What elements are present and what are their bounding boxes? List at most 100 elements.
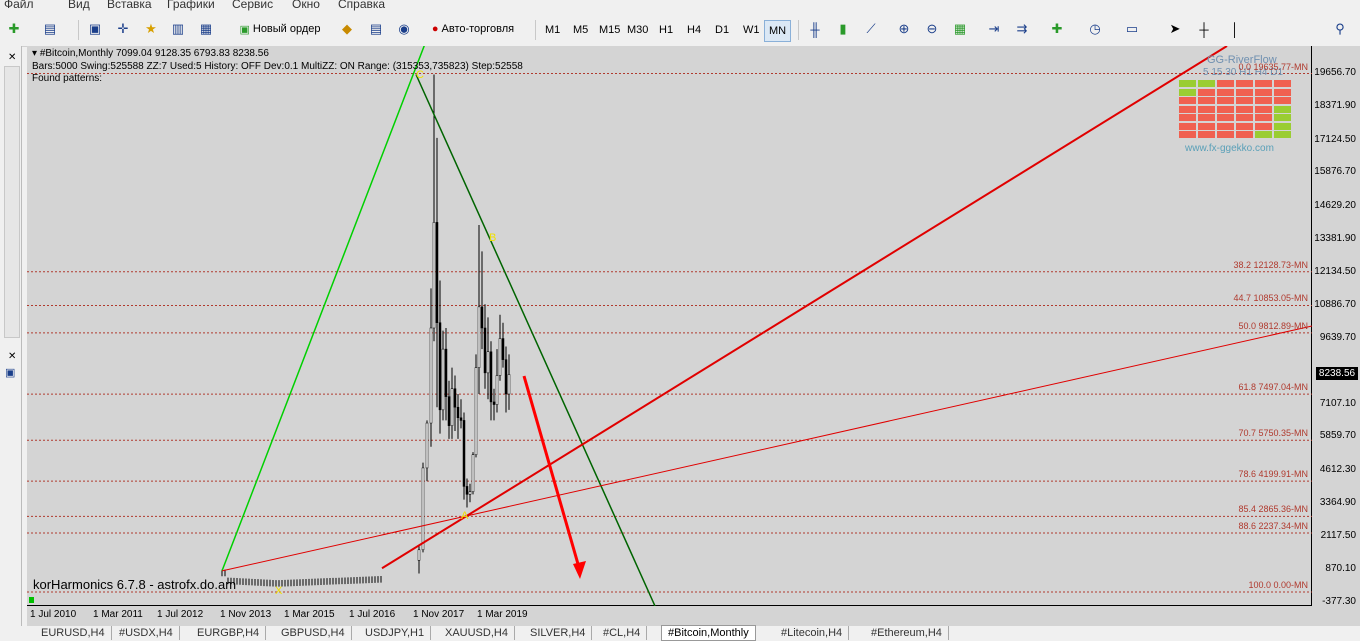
- market-watch-icon[interactable]: ▣: [85, 19, 105, 39]
- new-order-button[interactable]: ▣ Новый ордер: [232, 17, 328, 41]
- toolbar-separator: [78, 20, 79, 40]
- profiles-icon[interactable]: ▤: [40, 19, 60, 39]
- price-axis-label: 5859.70: [1319, 430, 1356, 441]
- tab-gbpusd-h4[interactable]: GBPUSD,H4: [275, 626, 352, 640]
- pattern-point-label: B: [489, 232, 496, 244]
- menu-bar: Файл Вид Вставка Графики Сервис Окно Спр…: [0, 0, 1360, 14]
- timeframe-m1[interactable]: M1: [541, 20, 564, 40]
- tab-usdx-h4[interactable]: #USDX,H4: [113, 626, 180, 640]
- candle-body: [468, 491, 472, 495]
- menu-item-help[interactable]: Справка: [338, 0, 385, 11]
- zoom-out-icon[interactable]: ⊖: [922, 19, 942, 39]
- riverflow-cell: [1255, 88, 1272, 96]
- tab-usdjpy-h1[interactable]: USDJPY,H1: [359, 626, 432, 640]
- vertical-line-icon[interactable]: │: [1225, 19, 1245, 39]
- panel-close-icon[interactable]: ✕: [8, 351, 16, 362]
- chart-shift-icon[interactable]: ⇥: [984, 19, 1004, 39]
- riverflow-cell: [1198, 131, 1215, 138]
- tab-eurgbp-h4[interactable]: EURGBP,H4: [191, 626, 267, 640]
- tab-litecoin-h4[interactable]: #Litecoin,H4: [775, 626, 850, 640]
- autoscroll-icon[interactable]: ⇉: [1012, 19, 1032, 39]
- riverflow-cell: [1236, 131, 1253, 138]
- bar-chart-icon[interactable]: ╫: [805, 19, 825, 39]
- timeframe-m15[interactable]: M15: [595, 20, 624, 40]
- price-axis-label: 3364.90: [1319, 497, 1356, 508]
- riverflow-cell: [1236, 88, 1253, 96]
- riverflow-cell: [1179, 131, 1196, 138]
- timeframe-m30[interactable]: M30: [623, 20, 652, 40]
- tab-silver-h4[interactable]: SILVER,H4: [524, 626, 593, 640]
- candle-body: [495, 375, 499, 405]
- price-axis-label: 870.10: [1325, 563, 1356, 574]
- price-axis-label: 17124.50: [1314, 134, 1356, 145]
- timeframe-h4[interactable]: H4: [683, 20, 705, 40]
- chart-dropdown-icon[interactable]: ▾: [32, 48, 37, 59]
- signals-icon[interactable]: ◉: [394, 19, 414, 39]
- chart-plot-area[interactable]: XABC ▾ #Bitcoin,Monthly 7099.04 9128.35 …: [27, 46, 1312, 606]
- line-chart-icon[interactable]: ⟋: [861, 19, 881, 39]
- candle-body: [441, 348, 445, 411]
- menu-item-view[interactable]: Вид: [68, 0, 90, 11]
- riverflow-cell: [1198, 122, 1215, 130]
- search-icon[interactable]: ⚲: [1330, 19, 1350, 39]
- panel-close-icon[interactable]: ✕: [8, 52, 16, 63]
- riverflow-cell: [1217, 114, 1234, 121]
- toolbar-separator: [798, 20, 799, 40]
- price-axis-label: 4612.30: [1319, 464, 1356, 475]
- new-chart-icon[interactable]: ✚: [4, 19, 24, 39]
- timeframe-d1[interactable]: D1: [711, 20, 733, 40]
- meta-editor-icon[interactable]: ◆: [337, 19, 357, 39]
- fib-level-label: 50.0 9812.89-MN: [1238, 320, 1308, 331]
- riverflow-cell: [1255, 122, 1272, 130]
- menu-item-window[interactable]: Окно: [292, 0, 320, 11]
- tile-windows-icon[interactable]: ▦: [950, 19, 970, 39]
- candlestick-icon[interactable]: ▮: [833, 19, 853, 39]
- riverflow-cell: [1255, 114, 1272, 121]
- riverflow-cell: [1274, 114, 1291, 121]
- templates-icon[interactable]: ▭: [1122, 19, 1142, 39]
- date-axis-label: 1 Mar 2011: [93, 609, 143, 620]
- date-axis-label: 1 Nov 2017: [413, 609, 465, 620]
- candle-body: [498, 338, 502, 376]
- cursor-icon[interactable]: ➤: [1165, 19, 1185, 39]
- candle-body: [474, 367, 478, 455]
- riverflow-cell: [1198, 97, 1215, 104]
- tester-icon[interactable]: ▦: [196, 19, 216, 39]
- chart-svg: XABC: [27, 46, 1312, 606]
- menu-item-tools[interactable]: Сервис: [232, 0, 273, 11]
- navigator-icon[interactable]: ★: [141, 19, 161, 39]
- timeframe-w1[interactable]: W1: [739, 20, 764, 40]
- riverflow-cell: [1179, 88, 1196, 96]
- menu-item-charts[interactable]: Графики: [167, 0, 215, 11]
- candle-body: [450, 388, 454, 426]
- indicators-icon[interactable]: ✚: [1047, 19, 1067, 39]
- new-order-label: Новый ордер: [252, 23, 321, 35]
- panel-section-icon[interactable]: ▣: [5, 366, 15, 379]
- tab-eurusd-h4[interactable]: EURUSD,H4: [35, 626, 112, 640]
- periods-icon[interactable]: ◷: [1085, 19, 1105, 39]
- tab-cl-h4[interactable]: #CL,H4: [597, 626, 648, 640]
- timeframe-mn[interactable]: MN: [764, 20, 792, 42]
- auto-trading-button[interactable]: ● Авто-торговля: [420, 17, 526, 41]
- price-axis-label: 14629.20: [1314, 200, 1356, 211]
- tab-ethereum-h4[interactable]: #Ethereum,H4: [865, 626, 949, 640]
- crosshair-tool-icon[interactable]: ┼: [1194, 19, 1214, 39]
- menu-item-insert[interactable]: Вставка: [107, 0, 152, 11]
- candle-body: [480, 306, 484, 329]
- zoom-in-icon[interactable]: ⊕: [894, 19, 914, 39]
- menu-item-file[interactable]: Файл: [4, 0, 34, 11]
- chart-window[interactable]: XABC ▾ #Bitcoin,Monthly 7099.04 9128.35 …: [27, 46, 1360, 626]
- timeframe-m5[interactable]: M5: [569, 20, 592, 40]
- library-icon[interactable]: ▤: [366, 19, 386, 39]
- trend-line-steep: [381, 46, 1228, 570]
- riverflow-cell: [1274, 105, 1291, 113]
- pattern-point-label: X: [275, 585, 283, 597]
- terminal-icon[interactable]: ▥: [168, 19, 188, 39]
- riverflow-cell: [1179, 105, 1196, 113]
- crosshair-icon[interactable]: ✛: [113, 19, 133, 39]
- tab-xauusd-h4[interactable]: XAUUSD,H4: [439, 626, 515, 640]
- panel-scrollbar[interactable]: [4, 66, 20, 338]
- chart-tabs: EURUSD,H4 #USDX,H4 EURGBP,H4 GBPUSD,H4 U…: [27, 625, 1360, 641]
- pattern-point-label: A: [461, 510, 469, 522]
- timeframe-h1[interactable]: H1: [655, 20, 677, 40]
